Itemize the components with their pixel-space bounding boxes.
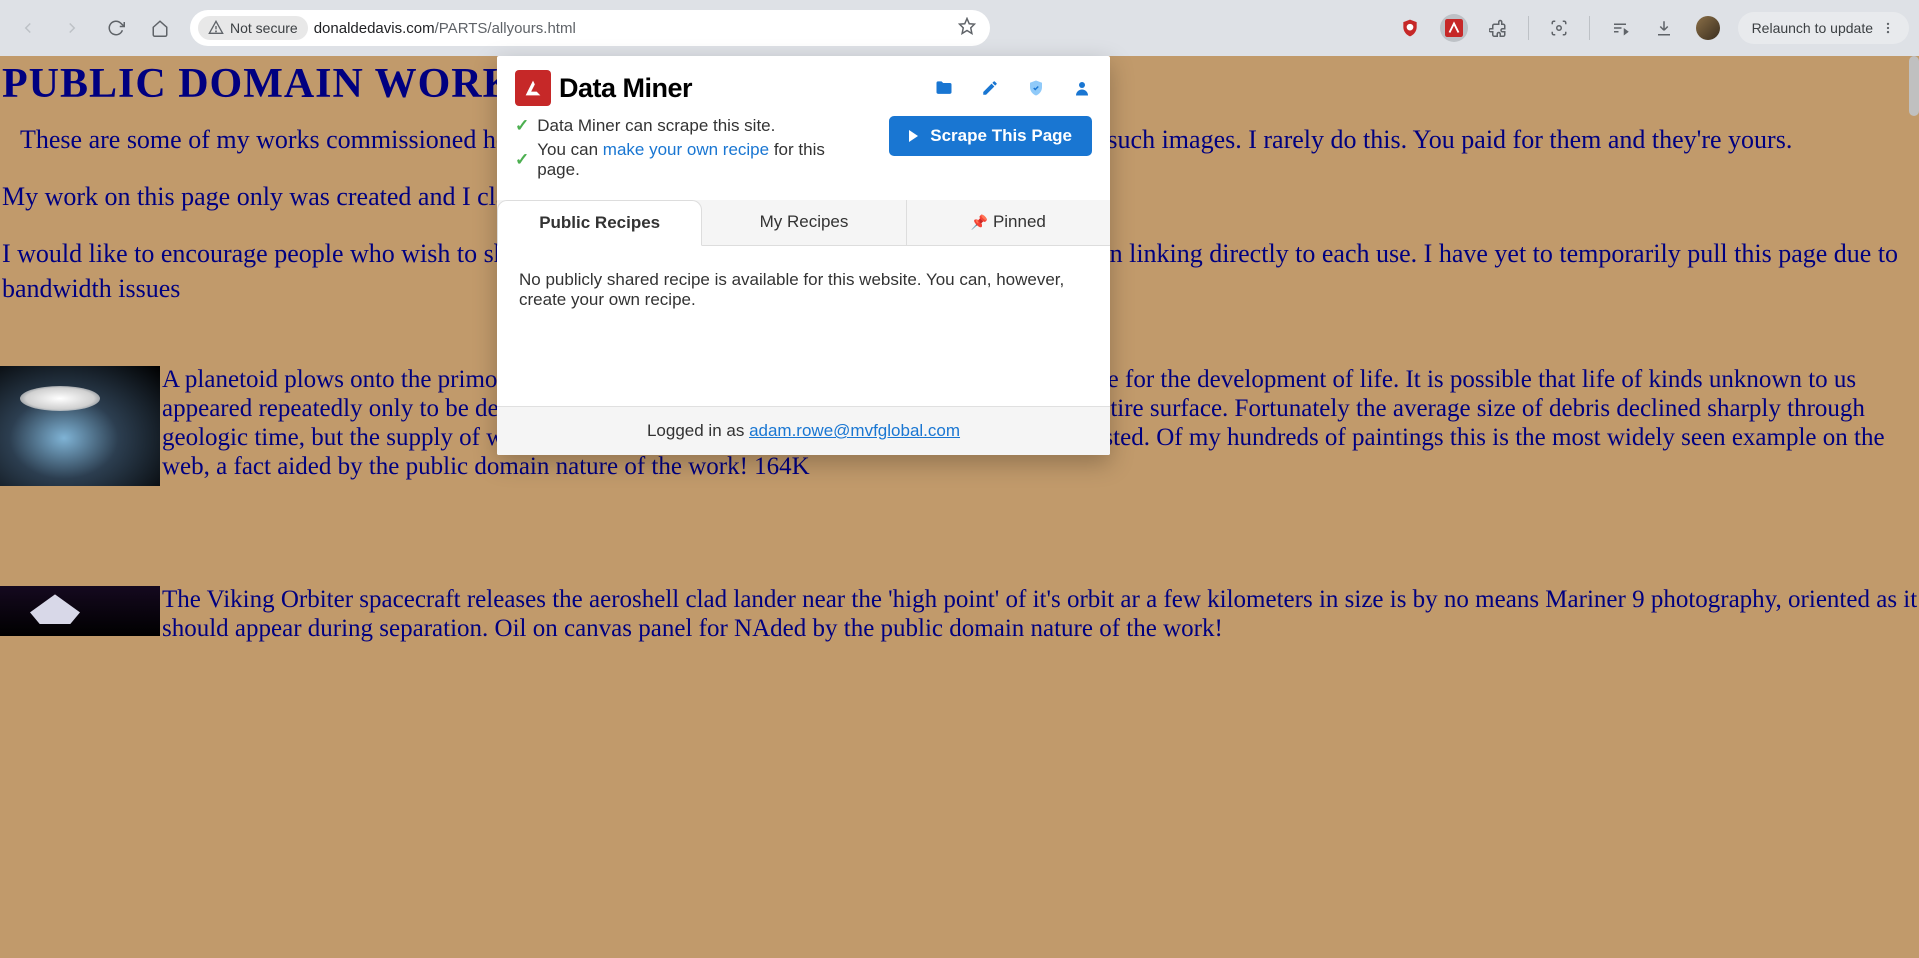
forward-button[interactable]	[54, 10, 90, 46]
check-icon: ✓	[515, 116, 529, 136]
back-button[interactable]	[10, 10, 46, 46]
tab-pinned-label: Pinned	[993, 212, 1046, 231]
scrollbar-thumb[interactable]	[1909, 56, 1919, 116]
pin-icon: 📌	[971, 214, 988, 230]
make-recipe-link[interactable]: make your own recipe	[603, 140, 769, 159]
browser-toolbar: Not secure donaldedavis.com/PARTS/allyou…	[0, 0, 1919, 56]
status-2-text: You can make your own recipe for this pa…	[537, 140, 869, 180]
popup-status-row: ✓ Data Miner can scrape this site. ✓ You…	[497, 106, 1110, 190]
scrape-btn-label: Scrape This Page	[930, 126, 1072, 146]
folder-icon[interactable]	[934, 78, 954, 98]
play-icon	[909, 130, 918, 142]
divider	[1528, 16, 1529, 40]
status-lines: ✓ Data Miner can scrape this site. ✓ You…	[515, 116, 869, 184]
status-1-text: Data Miner can scrape this site.	[537, 116, 775, 136]
dataminer-ext-icon[interactable]	[1440, 14, 1468, 42]
gallery-item-2: The Viking Orbiter spacecraft releases t…	[0, 586, 1919, 644]
profile-avatar[interactable]	[1694, 14, 1722, 42]
thumbnail-image-1[interactable]	[0, 366, 160, 486]
popup-footer: Logged in as adam.rowe@mvfglobal.com	[497, 406, 1110, 455]
tab-my-recipes[interactable]: My Recipes	[702, 200, 906, 245]
relaunch-button[interactable]: Relaunch to update	[1738, 12, 1909, 44]
item-2-description: The Viking Orbiter spacecraft releases t…	[160, 586, 1919, 644]
extensions-icon[interactable]	[1484, 14, 1512, 42]
scrape-page-button[interactable]: Scrape This Page	[889, 116, 1092, 156]
home-button[interactable]	[142, 10, 178, 46]
bookmark-star-icon[interactable]	[958, 17, 976, 40]
security-indicator[interactable]: Not secure	[198, 16, 308, 40]
footer-pre: Logged in as	[647, 421, 749, 440]
address-bar[interactable]: Not secure donaldedavis.com/PARTS/allyou…	[190, 10, 990, 46]
popup-title: Data Miner	[559, 73, 692, 104]
tab-body: No publicly shared recipe is available f…	[497, 246, 1110, 406]
url-text: donaldedavis.com/PARTS/allyours.html	[314, 20, 952, 37]
user-icon[interactable]	[1072, 78, 1092, 98]
extension-group: Relaunch to update	[1396, 12, 1909, 44]
tab-pinned[interactable]: 📌 Pinned	[907, 200, 1110, 245]
popup-tabs: Public Recipes My Recipes 📌 Pinned	[497, 200, 1110, 246]
divider	[1589, 16, 1590, 40]
status-line-1: ✓ Data Miner can scrape this site.	[515, 116, 869, 136]
edit-icon[interactable]	[980, 78, 1000, 98]
not-secure-label: Not secure	[230, 20, 298, 36]
thumbnail-image-2[interactable]	[0, 586, 160, 636]
popup-header-icons	[934, 78, 1092, 98]
shield-icon[interactable]	[1026, 78, 1046, 98]
ublock-icon[interactable]	[1396, 14, 1424, 42]
reload-button[interactable]	[98, 10, 134, 46]
downloads-icon[interactable]	[1650, 14, 1678, 42]
relaunch-label: Relaunch to update	[1752, 20, 1873, 36]
dataminer-popup: Data Miner ✓ Data Miner can scrape this …	[497, 56, 1110, 455]
logged-in-email-link[interactable]: adam.rowe@mvfglobal.com	[749, 421, 960, 440]
check-icon: ✓	[515, 150, 529, 170]
lens-icon[interactable]	[1545, 14, 1573, 42]
media-control-icon[interactable]	[1606, 14, 1634, 42]
dataminer-logo-icon	[515, 70, 551, 106]
status-line-2: ✓ You can make your own recipe for this …	[515, 140, 869, 180]
popup-header: Data Miner	[497, 56, 1110, 106]
tab-public-recipes[interactable]: Public Recipes	[497, 200, 702, 246]
